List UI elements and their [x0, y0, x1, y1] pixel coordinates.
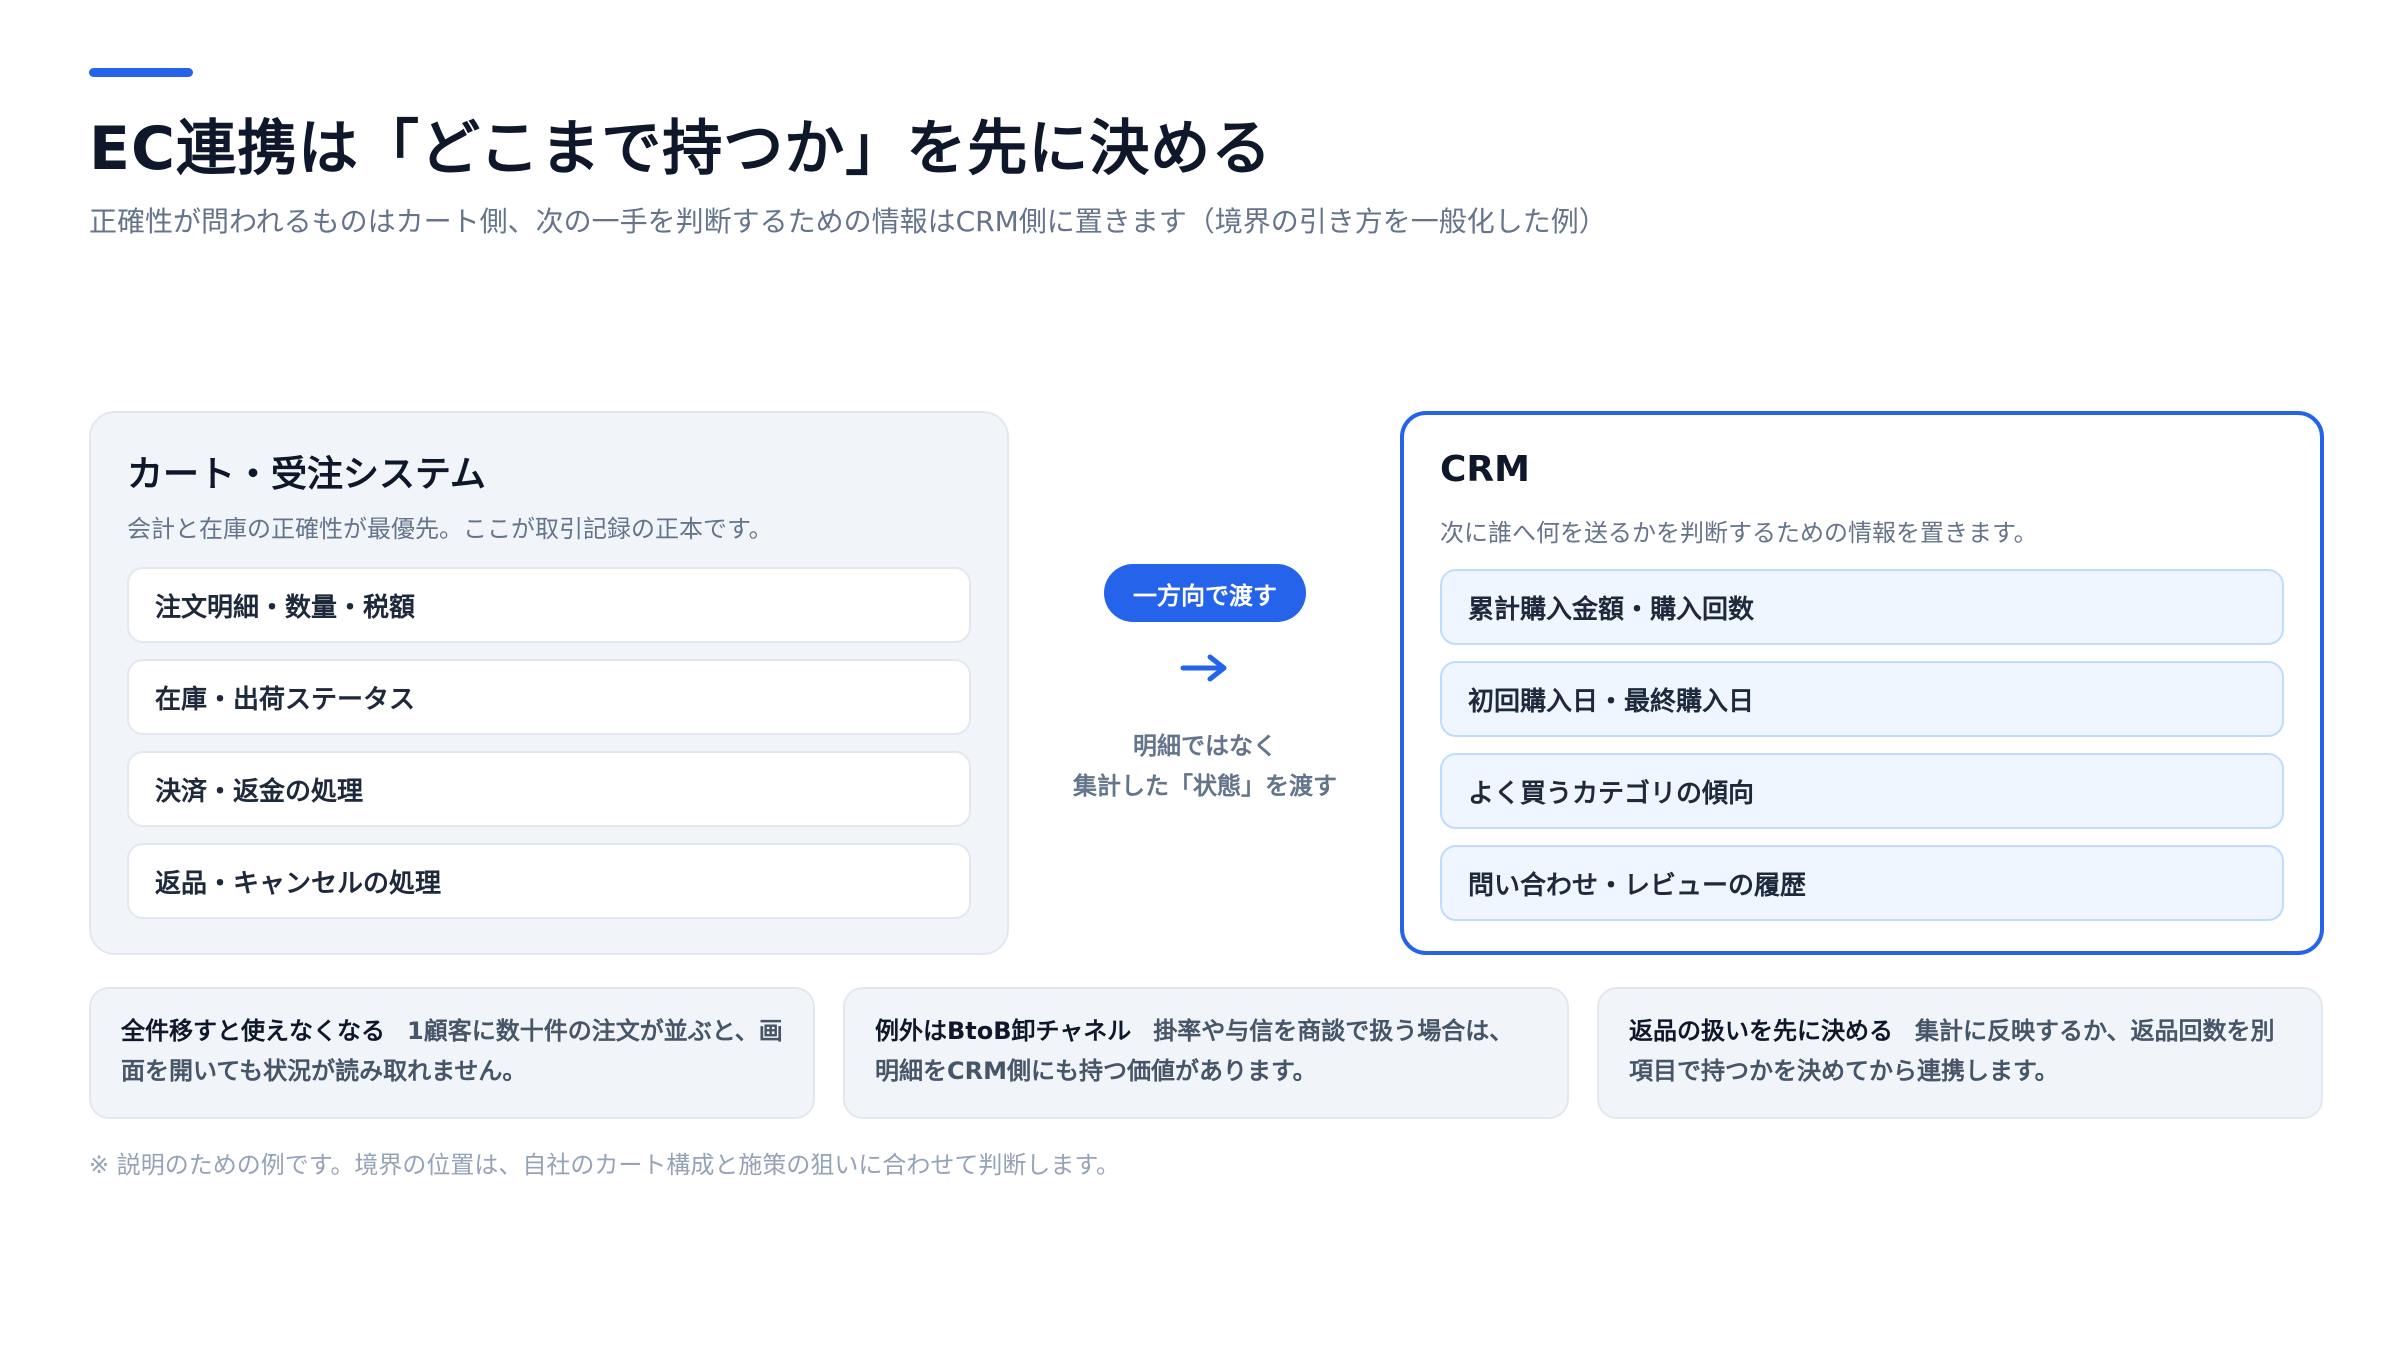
crm-item: 問い合わせ・レビューの履歴 — [1440, 845, 2284, 921]
cart-item: 返品・キャンセルの処理 — [127, 843, 971, 919]
note-card-heading: 全件移すと使えなくなる — [121, 1017, 385, 1045]
page-title: EC連携は「どこまで持つか」を先に決める — [89, 114, 1273, 184]
cart-item: 在庫・出荷ステータス — [127, 659, 971, 735]
note-card: 全件移すと使えなくなる 1顧客に数十件の注文が並ぶと、画面を開いても状況が読み取れ… — [89, 987, 815, 1119]
crm-item-list: 累計購入金額・購入回数 初回購入日・最終購入日 よく買うカテゴリの傾向 問い合わ… — [1440, 569, 2284, 921]
footnote: ※ 説明のための例です。境界の位置は、自社のカート構成と施策の狙いに合わせて判断… — [89, 1151, 1120, 1179]
data-flow-connector: 一方向で渡す 明細ではなく 集計した「状態」を渡す — [1040, 560, 1370, 820]
cart-panel-description: 会計と在庫の正確性が最優先。ここが取引記録の正本です。 — [127, 515, 773, 543]
cart-system-panel: カート・受注システム 会計と在庫の正確性が最優先。ここが取引記録の正本です。 注… — [89, 411, 1009, 955]
arrow-right-icon — [1180, 654, 1227, 682]
crm-panel-title: CRM — [1440, 449, 1530, 490]
crm-item: よく買うカテゴリの傾向 — [1440, 753, 2284, 829]
crm-panel: CRM 次に誰へ何を送るかを判断するための情報を置きます。 累計購入金額・購入回… — [1400, 411, 2324, 955]
note-card: 例外はBtoB卸チャネル 掛率や与信を商談で扱う場合は、明細をCRM側にも持つ価値… — [843, 987, 1569, 1119]
crm-panel-description: 次に誰へ何を送るかを判断するための情報を置きます。 — [1440, 519, 2038, 547]
flow-note: 明細ではなく 集計した「状態」を渡す — [1040, 726, 1370, 806]
crm-item: 累計購入金額・購入回数 — [1440, 569, 2284, 645]
one-way-badge: 一方向で渡す — [1104, 564, 1306, 622]
note-card: 返品の扱いを先に決める 集計に反映するか、返品回数を別項目で持つかを決めてから連携… — [1597, 987, 2323, 1119]
page-subtitle: 正確性が問われるものはカート側、次の一手を判断するための情報はCRM側に置きます… — [89, 205, 1607, 238]
cart-item: 決済・返金の処理 — [127, 751, 971, 827]
flow-note-line: 集計した「状態」を渡す — [1073, 772, 1337, 800]
cart-item-list: 注文明細・数量・税額 在庫・出荷ステータス 決済・返金の処理 返品・キャンセルの… — [127, 567, 971, 919]
cart-panel-title: カート・受注システム — [127, 454, 486, 495]
note-card-heading: 返品の扱いを先に決める — [1629, 1017, 1893, 1045]
flow-note-line: 明細ではなく — [1133, 732, 1277, 760]
cart-item: 注文明細・数量・税額 — [127, 567, 971, 643]
note-card-heading: 例外はBtoB卸チャネル — [875, 1017, 1132, 1045]
title-accent-bar — [89, 68, 193, 77]
crm-item: 初回購入日・最終購入日 — [1440, 661, 2284, 737]
